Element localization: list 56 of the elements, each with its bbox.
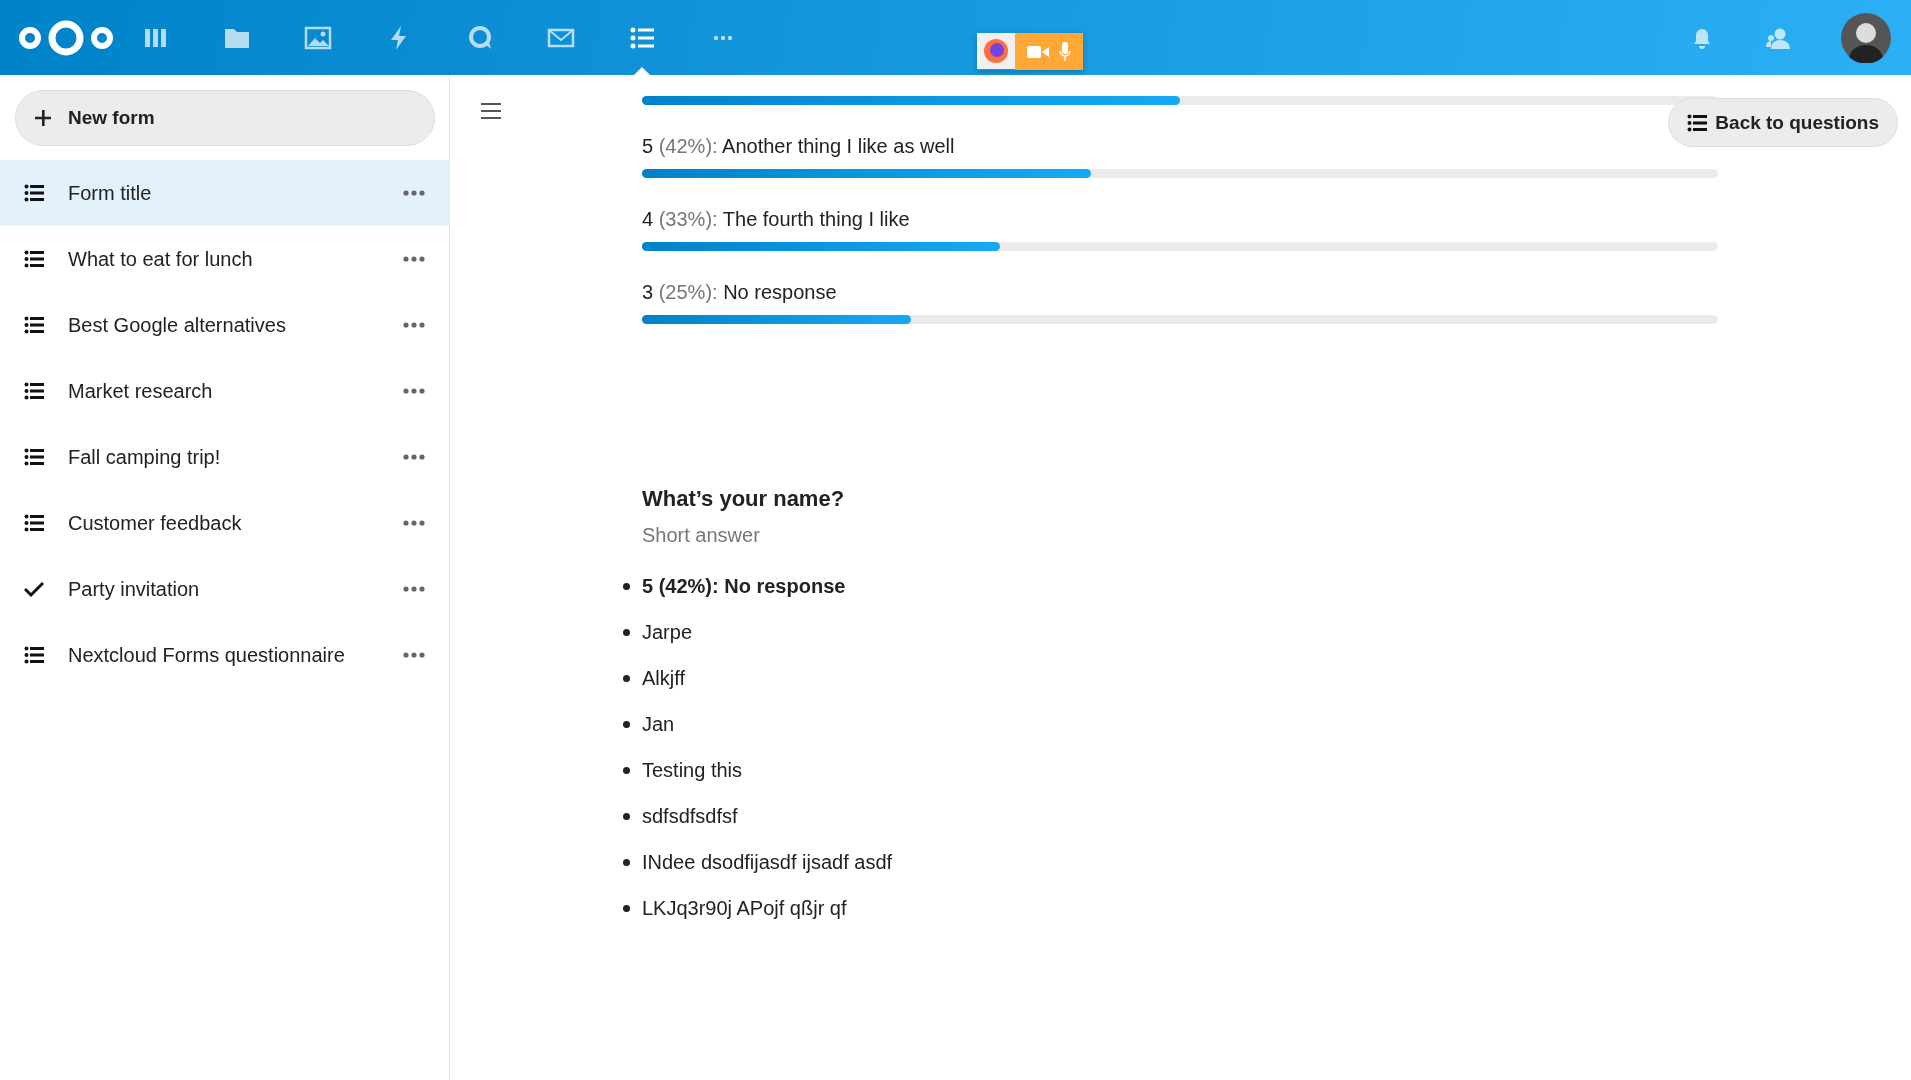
bullet-icon (623, 812, 630, 820)
more-icon[interactable] (403, 322, 425, 328)
active-indicator (634, 67, 650, 75)
answer-text: LKJq3r90j APojf qßjr qf (642, 896, 847, 920)
bullet-icon (623, 674, 630, 682)
sidebar-item[interactable]: Fall camping trip! (0, 424, 449, 490)
answer-text: Alkjff (642, 666, 685, 690)
more-icon[interactable] (403, 520, 425, 526)
form-title: Nextcloud Forms questionnaire (68, 643, 346, 667)
answer-text: 5 (42%): No response (642, 574, 846, 598)
more-icon[interactable] (403, 256, 425, 262)
answer-text: Jarpe (642, 620, 693, 644)
plus-icon (34, 109, 52, 127)
new-form-button[interactable]: New form (15, 90, 435, 146)
question-title: What’s your name? (642, 486, 846, 512)
form-title: Fall camping trip! (68, 445, 222, 469)
sidebar-item[interactable]: Nextcloud Forms questionnaire (0, 622, 449, 688)
answer-text: INdee dsodfijasdf ijsadf asdf (642, 850, 893, 874)
sidebar-item[interactable]: Market research (0, 358, 449, 424)
sidebar-item[interactable]: Form title (0, 160, 449, 226)
sidebar-item[interactable]: Party invitation (0, 556, 449, 622)
form-title: Party invitation (68, 577, 201, 601)
bullet-icon (623, 582, 630, 590)
answer-text: sdfsdfsdfsf (642, 804, 738, 828)
form-title: Best Google alternatives (68, 313, 287, 337)
form-title: Market research (68, 379, 214, 403)
form-title: Customer feedback (68, 511, 243, 535)
answer-text: Jan (642, 712, 675, 736)
question-type: Short answer (642, 524, 761, 547)
sidebar-item[interactable]: What to eat for lunch (0, 226, 449, 292)
option-result: 5 (42%): Another thing I like as well (642, 134, 956, 158)
list-icon (1687, 113, 1708, 132)
more-icon[interactable] (403, 190, 425, 196)
option-result: 3 (25%): No response (642, 280, 838, 304)
sidebar-item[interactable]: Best Google alternatives (0, 292, 449, 358)
option-result: 4 (33%): The fourth thing I like (642, 207, 911, 231)
form-title: Form title (68, 181, 153, 205)
more-icon[interactable] (403, 388, 425, 394)
more-icon[interactable] (403, 652, 425, 658)
chat-icon[interactable] (466, 23, 494, 52)
avatar[interactable] (1841, 12, 1891, 63)
back-to-questions-button[interactable]: Back to questions (1668, 98, 1898, 147)
more-icon[interactable] (403, 586, 425, 592)
form-title: What to eat for lunch (68, 247, 254, 271)
sidebar-item[interactable]: Customer feedback (0, 490, 449, 556)
browser-icon (977, 33, 1015, 69)
answer-text: Testing this (642, 758, 743, 782)
camera-icon (1027, 43, 1049, 60)
bullet-icon (623, 628, 630, 636)
bullet-icon (623, 858, 630, 866)
more-icon[interactable] (403, 454, 425, 460)
microphone-icon (1059, 41, 1071, 62)
bullet-icon (623, 904, 630, 912)
menu-icon[interactable] (481, 103, 501, 119)
bullet-icon (623, 766, 630, 774)
bullet-icon (623, 720, 630, 728)
